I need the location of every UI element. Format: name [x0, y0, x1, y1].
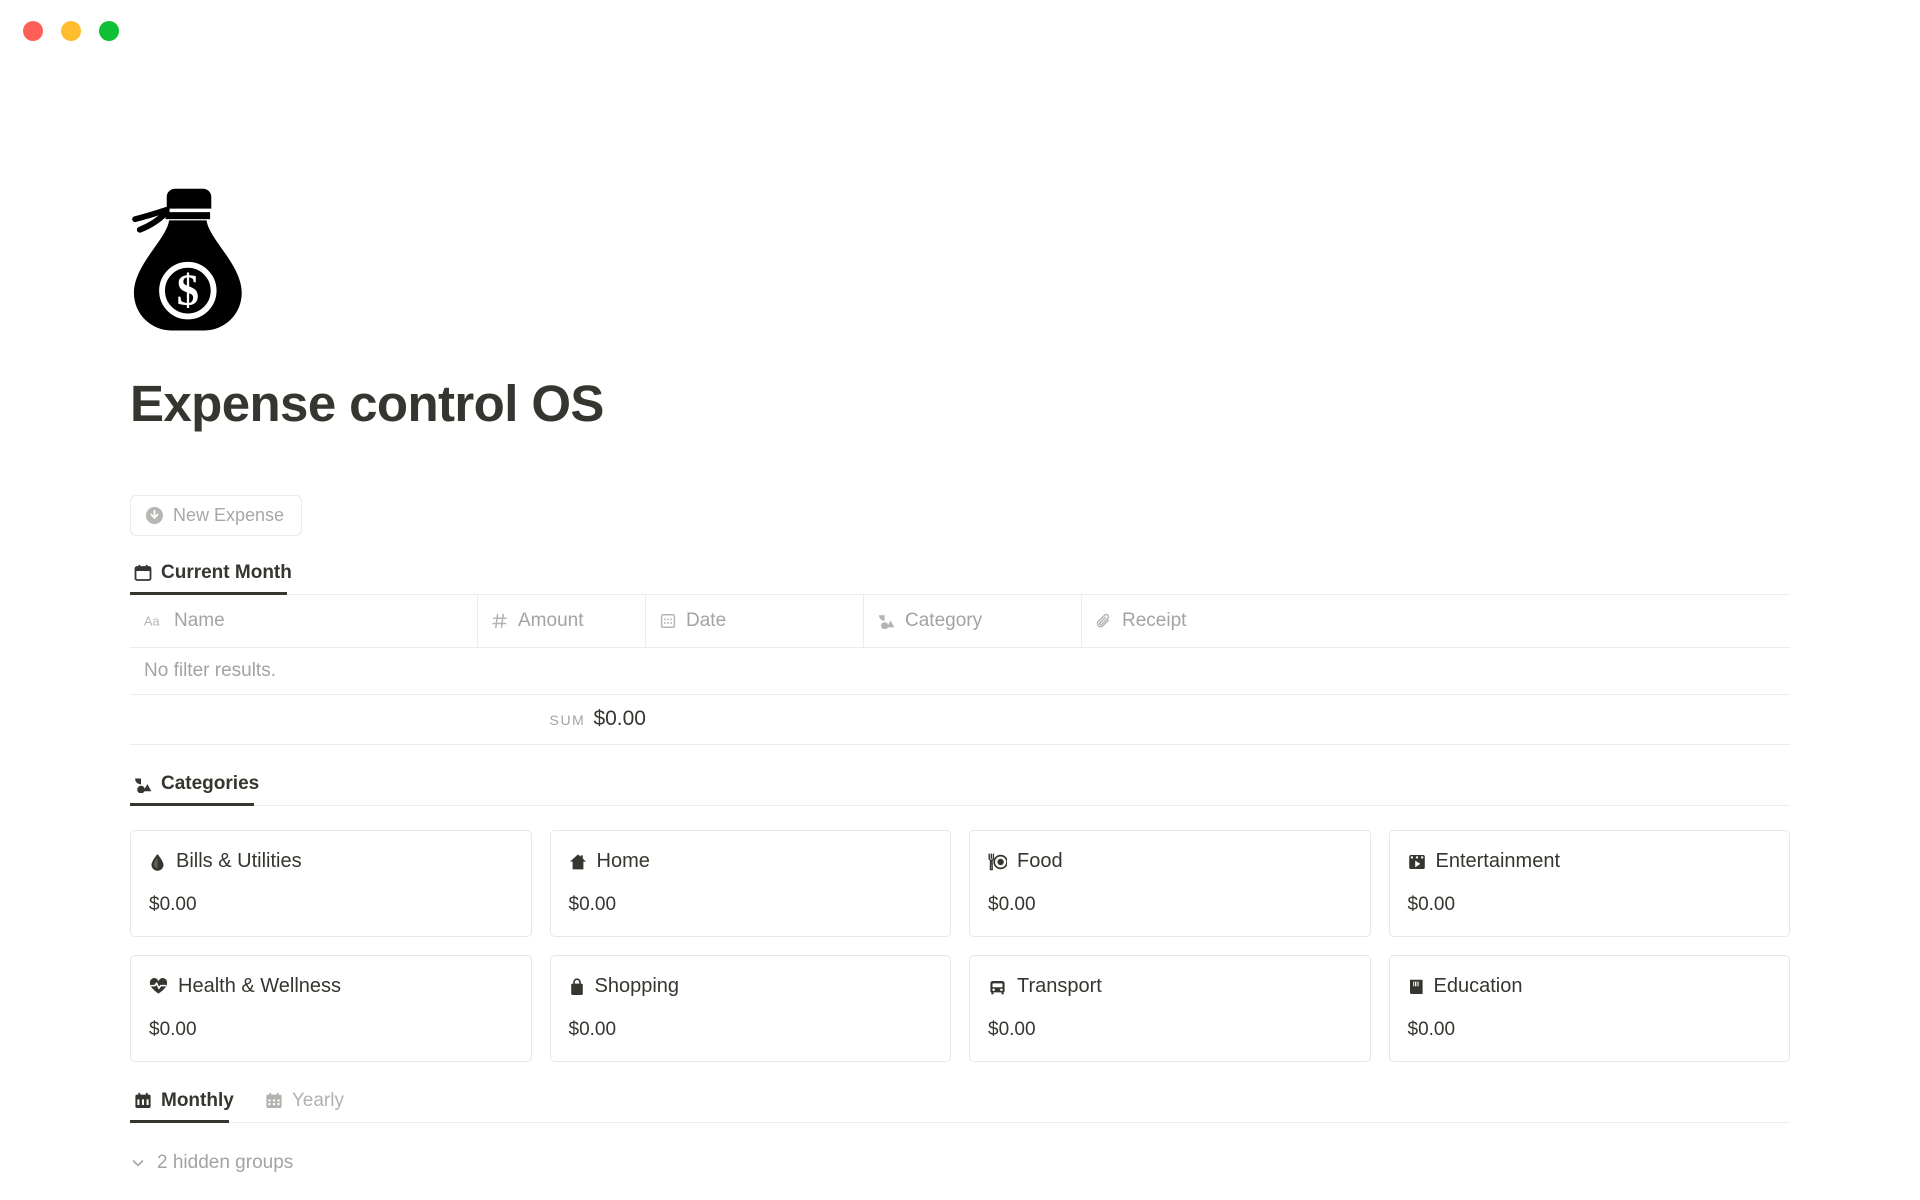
card-label: Education: [1433, 975, 1523, 998]
card-label: Entertainment: [1435, 850, 1561, 873]
category-cards: Bills & Utilities $0.00 Home $0.00 Food …: [130, 830, 1790, 1063]
page-content: $ Expense control OS New Expense Current…: [0, 184, 1920, 1174]
card-label: Transport: [1017, 975, 1102, 998]
tab-monthly[interactable]: Monthly: [130, 1088, 243, 1124]
category-card-education[interactable]: Education $0.00: [1388, 955, 1790, 1063]
column-header-receipt-label: Receipt: [1122, 610, 1187, 632]
card-title: Bills & Utilities: [149, 850, 513, 873]
shopping-bag-icon: [569, 978, 585, 996]
maximize-button[interactable]: [99, 21, 119, 41]
film-icon: [1408, 853, 1426, 871]
close-button[interactable]: [23, 21, 43, 41]
new-expense-button[interactable]: New Expense: [130, 495, 303, 537]
tab-yearly-label: Yearly: [291, 1090, 344, 1112]
card-label: Shopping: [594, 975, 680, 998]
chevron-down-icon: [130, 1155, 146, 1171]
category-card-bills-utilities[interactable]: Bills & Utilities $0.00: [130, 830, 532, 938]
new-expense-label: New Expense: [173, 505, 285, 526]
calendar-icon: [134, 564, 152, 582]
card-amount: $0.00: [568, 894, 617, 916]
category-card-health-wellness[interactable]: Health & Wellness $0.00: [130, 955, 532, 1063]
window-titlebar: [0, 0, 1920, 62]
card-label: Bills & Utilities: [176, 850, 302, 873]
hidden-groups-label: 2 hidden groups: [157, 1152, 294, 1174]
sum-label: SUM: [549, 712, 586, 729]
sum-value: $0.00: [593, 707, 646, 731]
text-aa-icon: Aa: [144, 614, 164, 628]
relation-icon: [878, 613, 895, 630]
minimize-button[interactable]: [61, 21, 81, 41]
bus-icon: [988, 979, 1007, 995]
card-title: Food: [988, 850, 1352, 873]
relation-icon: [134, 776, 152, 793]
hidden-groups-toggle[interactable]: 2 hidden groups: [130, 1152, 1790, 1174]
category-card-home[interactable]: Home $0.00: [549, 830, 951, 938]
tab-categories-label: Categories: [161, 773, 260, 795]
page-title: Expense control OS: [130, 375, 604, 432]
tab-categories[interactable]: Categories: [130, 771, 268, 807]
column-header-date-label: Date: [686, 610, 727, 632]
card-amount: $0.00: [149, 1019, 197, 1041]
fork-plate-icon: [988, 853, 1007, 871]
calendar-month-icon: [134, 1092, 152, 1110]
tab-monthly-label: Monthly: [161, 1090, 234, 1112]
card-amount: $0.00: [1407, 1019, 1456, 1041]
card-label: Home: [596, 850, 650, 873]
book-icon: [1408, 978, 1424, 996]
house-icon: [569, 853, 587, 871]
column-header-name-label: Name: [174, 610, 225, 632]
card-title: Entertainment: [1408, 850, 1772, 873]
card-title: Education: [1408, 975, 1772, 998]
card-title: Shopping: [569, 975, 933, 998]
calendar-small-icon: [660, 613, 676, 629]
calendar-year-icon: [265, 1092, 283, 1110]
column-header-category-label: Category: [905, 610, 983, 632]
svg-text:$: $: [177, 265, 199, 315]
tab-current-month-label: Current Month: [161, 562, 292, 584]
table-empty-message: No filter results.: [130, 648, 1790, 696]
column-header-amount[interactable]: Amount: [478, 595, 646, 648]
table-header-row: Aa Name Amount Date Category Receipt: [130, 595, 1790, 649]
card-amount: $0.00: [149, 894, 197, 916]
card-amount: $0.00: [988, 894, 1036, 916]
money-bag-icon[interactable]: $: [130, 184, 248, 334]
categories-tabbar: Categories: [130, 771, 1790, 807]
period-tabbar: Monthly Yearly: [130, 1088, 1790, 1124]
tab-current-month[interactable]: Current Month: [130, 560, 301, 596]
svg-text:Aa: Aa: [144, 614, 160, 628]
card-label: Food: [1017, 850, 1063, 873]
arrow-down-circle-icon: [145, 506, 164, 525]
category-card-shopping[interactable]: Shopping $0.00: [549, 955, 951, 1063]
number-hash-icon: [492, 613, 508, 629]
toolbar: New Expense: [130, 495, 1790, 537]
category-card-food[interactable]: Food $0.00: [969, 830, 1371, 938]
heartbeat-icon: [149, 978, 168, 995]
card-amount: $0.00: [568, 1019, 617, 1041]
card-title: Health & Wellness: [149, 975, 513, 998]
column-header-name[interactable]: Aa Name: [130, 595, 478, 648]
window-controls: [23, 21, 119, 41]
column-header-amount-label: Amount: [518, 610, 584, 632]
category-card-entertainment[interactable]: Entertainment $0.00: [1388, 830, 1790, 938]
column-header-category[interactable]: Category: [864, 595, 1082, 648]
table-sum-row: SUM $0.00: [130, 695, 1790, 746]
column-header-date[interactable]: Date: [646, 595, 864, 648]
paperclip-icon: [1096, 613, 1112, 629]
droplet-icon: [149, 853, 166, 871]
sum-cell[interactable]: SUM $0.00: [130, 707, 646, 731]
card-amount: $0.00: [1407, 894, 1456, 916]
tab-yearly[interactable]: Yearly: [261, 1088, 353, 1123]
card-label: Health & Wellness: [178, 975, 342, 998]
expenses-table: Aa Name Amount Date Category Receipt No …: [130, 595, 1790, 746]
category-card-transport[interactable]: Transport $0.00: [969, 955, 1371, 1063]
card-title: Transport: [988, 975, 1352, 998]
database-tabbar: Current Month: [130, 560, 1790, 596]
card-amount: $0.00: [988, 1019, 1036, 1041]
column-header-receipt[interactable]: Receipt: [1082, 595, 1790, 647]
card-title: Home: [569, 850, 933, 873]
